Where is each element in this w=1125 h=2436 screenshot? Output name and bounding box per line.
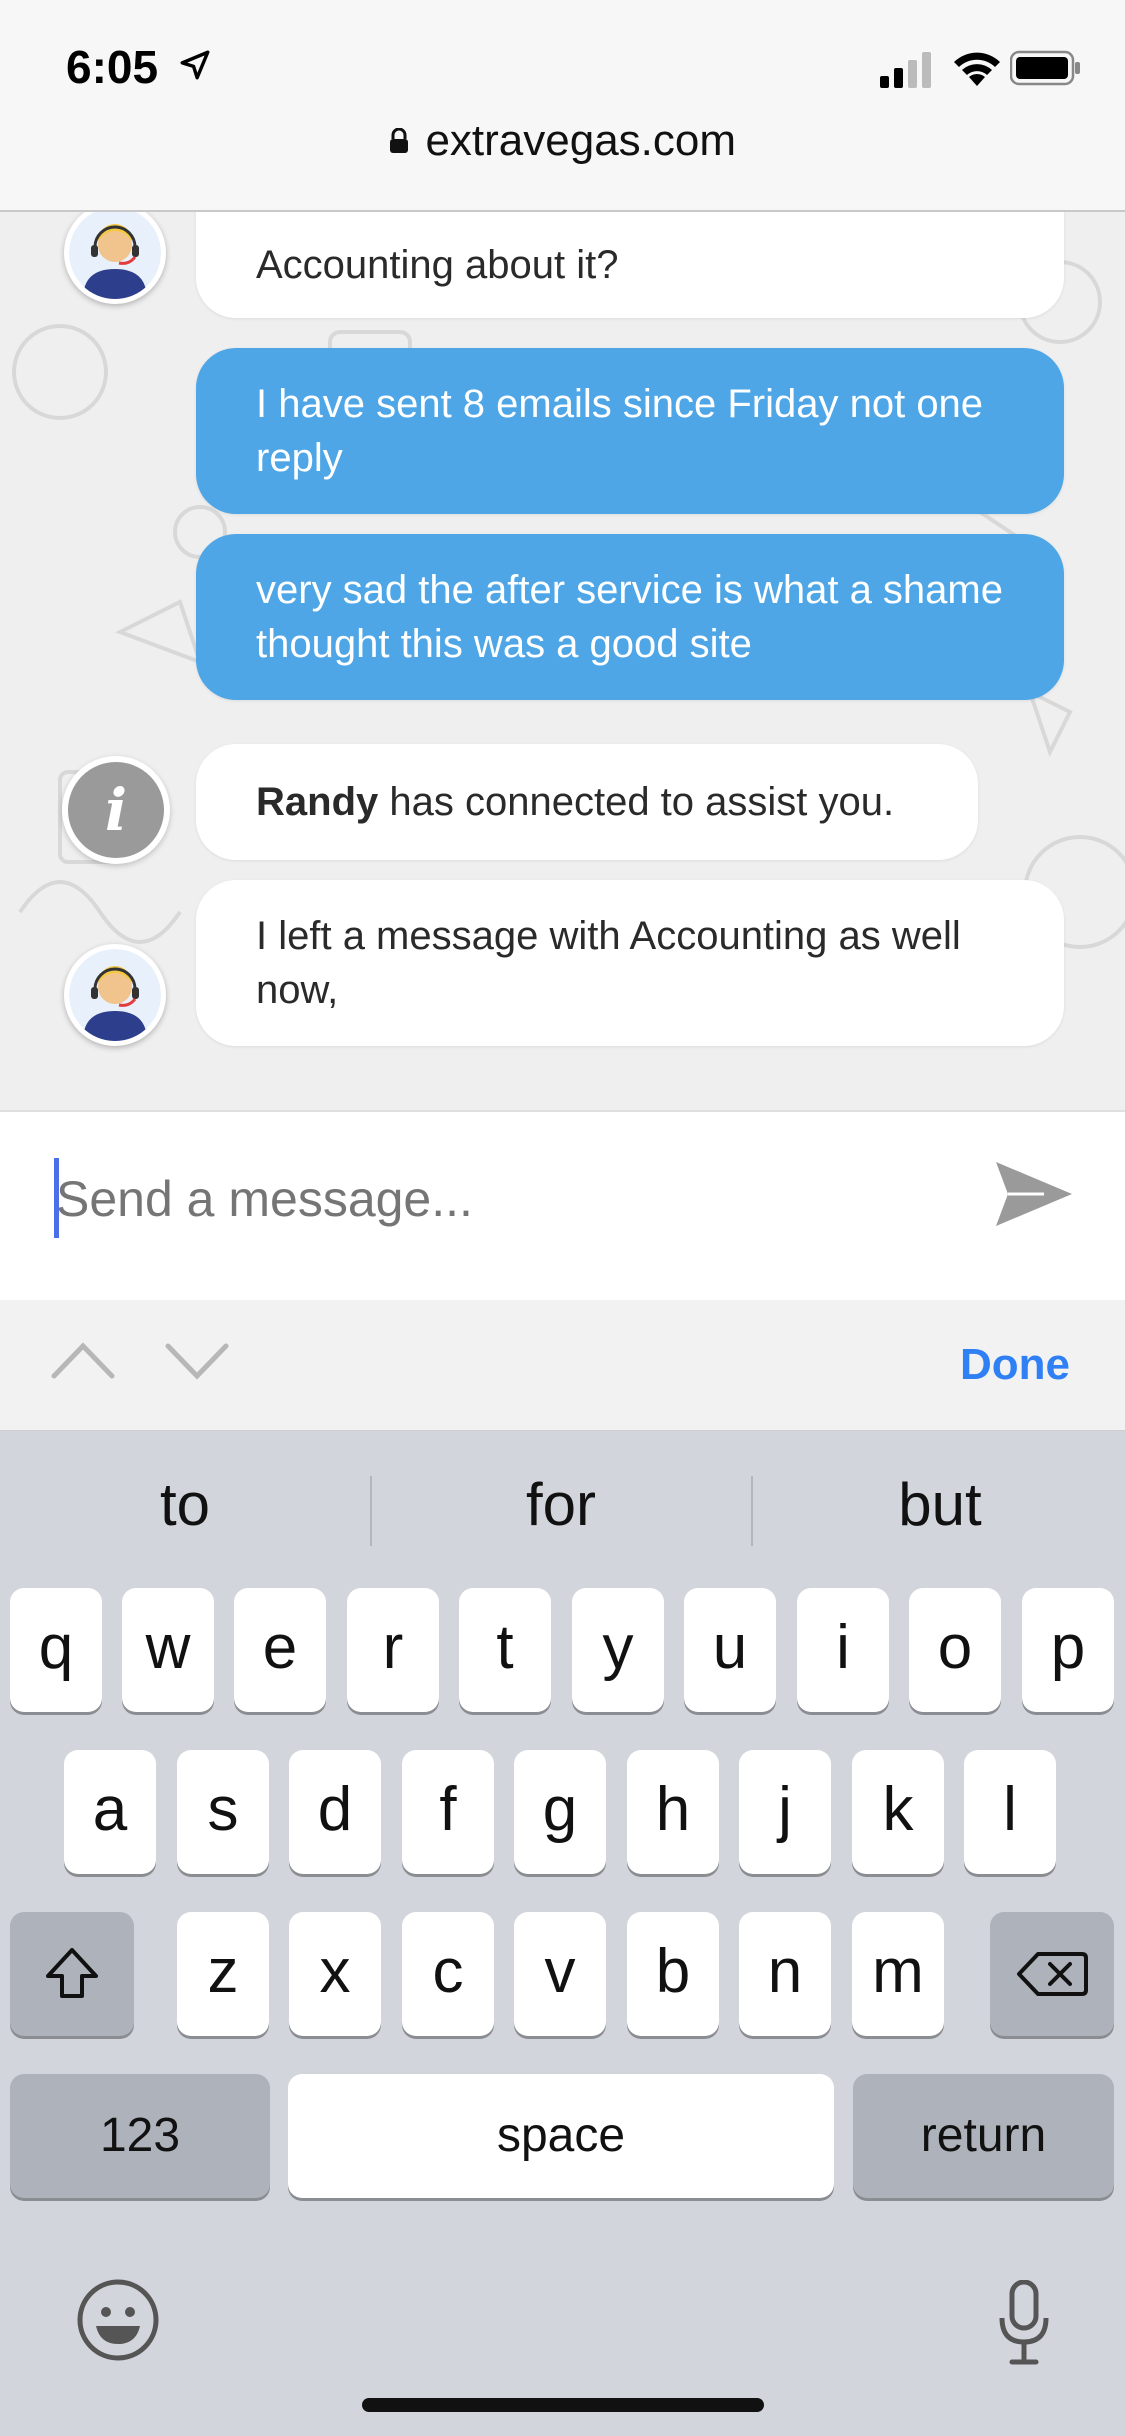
lock-icon (389, 128, 408, 153)
key-q[interactable]: q (10, 1588, 102, 1712)
key-n[interactable]: n (739, 1912, 831, 2036)
text-caret (54, 1158, 59, 1238)
key-k[interactable]: k (852, 1750, 944, 1874)
key-b[interactable]: b (627, 1912, 719, 2036)
key-v[interactable]: v (514, 1912, 606, 2036)
message-bubble-agent: I left a message with Accounting as well… (196, 880, 1064, 1046)
key-p[interactable]: p (1022, 1588, 1114, 1712)
key-s[interactable]: s (177, 1750, 269, 1874)
system-message-text: has connected to assist you. (378, 780, 895, 824)
wifi-icon (954, 52, 1000, 86)
suggestion-2[interactable]: for (376, 1470, 746, 1550)
status-time: 6:05 (66, 41, 159, 93)
emoji-icon[interactable] (76, 2278, 160, 2362)
shift-icon (46, 1948, 98, 1998)
done-button[interactable]: Done (960, 1340, 1070, 1390)
message-bubble-user: very sad the after service is what a sha… (196, 534, 1064, 700)
signal-icon (880, 52, 931, 88)
shift-key[interactable] (10, 1912, 134, 2036)
message-bubble-agent: Accounting about it? (196, 212, 1064, 318)
info-icon: i (62, 756, 170, 864)
key-j[interactable]: j (739, 1750, 831, 1874)
key-g[interactable]: g (514, 1750, 606, 1874)
home-indicator[interactable] (362, 2398, 764, 2412)
message-text: I have sent 8 emails since Friday not on… (256, 382, 984, 480)
backspace-key[interactable] (990, 1912, 1114, 2036)
return-key[interactable]: return (853, 2074, 1114, 2198)
suggestion-divider (370, 1476, 372, 1546)
message-input[interactable] (54, 1150, 938, 1248)
message-text: very sad the after service is what a sha… (256, 568, 1003, 666)
suggestion-divider (751, 1476, 753, 1546)
key-r[interactable]: r (347, 1588, 439, 1712)
suggestion-3[interactable]: but (755, 1470, 1125, 1550)
microphone-icon[interactable] (998, 2280, 1050, 2366)
message-text: Accounting about it? (256, 243, 619, 287)
key-f[interactable]: f (402, 1750, 494, 1874)
suggestion-1[interactable]: to (0, 1470, 370, 1550)
system-message-bubble: Randy has connected to assist you. (196, 744, 978, 860)
key-i[interactable]: i (797, 1588, 889, 1712)
key-d[interactable]: d (289, 1750, 381, 1874)
message-text: I left a message with Accounting as well… (256, 914, 961, 1012)
chevron-up-icon[interactable] (50, 1340, 116, 1380)
location-arrow-icon (180, 50, 210, 80)
send-icon[interactable] (994, 1160, 1074, 1228)
numbers-key[interactable]: 123 (10, 2074, 270, 2198)
key-o[interactable]: o (909, 1588, 1001, 1712)
browser-top-bar (0, 0, 1125, 212)
key-h[interactable]: h (627, 1750, 719, 1874)
key-t[interactable]: t (459, 1588, 551, 1712)
key-e[interactable]: e (234, 1588, 326, 1712)
key-u[interactable]: u (684, 1588, 776, 1712)
agent-avatar-icon (64, 944, 166, 1046)
url-text: extravegas.com (425, 116, 737, 165)
address-bar[interactable]: extravegas.com (0, 116, 1125, 176)
backspace-icon (1017, 1952, 1088, 1996)
key-c[interactable]: c (402, 1912, 494, 2036)
chevron-down-icon[interactable] (164, 1342, 230, 1382)
agent-name: Randy (256, 780, 379, 824)
space-key[interactable]: space (288, 2074, 834, 2198)
key-z[interactable]: z (177, 1912, 269, 2036)
key-y[interactable]: y (572, 1588, 664, 1712)
key-m[interactable]: m (852, 1912, 944, 2036)
key-l[interactable]: l (964, 1750, 1056, 1874)
message-bubble-user: I have sent 8 emails since Friday not on… (196, 348, 1064, 514)
key-a[interactable]: a (64, 1750, 156, 1874)
key-x[interactable]: x (289, 1912, 381, 2036)
battery-icon (1010, 50, 1080, 86)
key-w[interactable]: w (122, 1588, 214, 1712)
chat-transcript[interactable]: Accounting about it? I have sent 8 email… (0, 212, 1125, 1110)
